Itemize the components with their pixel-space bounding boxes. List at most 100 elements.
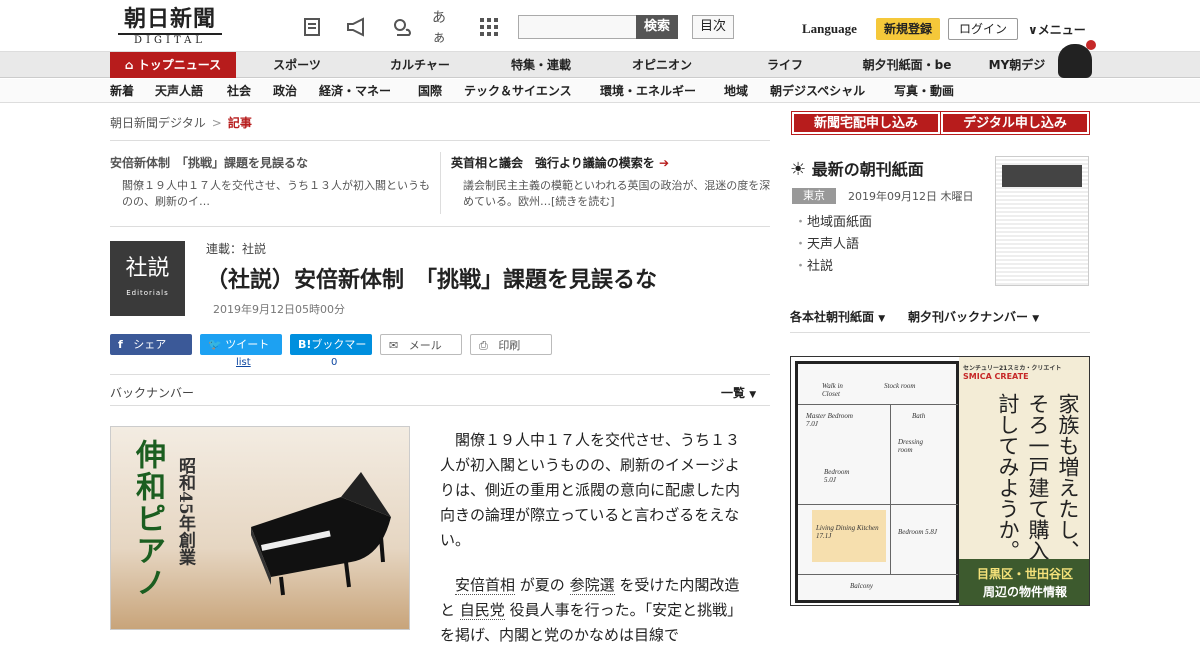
room-label: Stock room (884, 382, 916, 390)
twitter-count[interactable]: list (236, 357, 251, 368)
divider (110, 140, 770, 141)
hatena-bookmark-button[interactable]: B!ブックマーク (290, 334, 372, 372)
print-button[interactable]: ⎙ 印刷 (470, 334, 552, 355)
nav-culture[interactable]: カルチャー (380, 52, 460, 78)
brand-logo-text: SMICA CREATE (963, 372, 1029, 381)
backnumber-paper-label: 朝夕刊バックナンバー (908, 310, 1029, 324)
related-title-text: 英首相と議会 強行より議論の模索を (451, 156, 655, 170)
secondary-nav: 新着 天声人語 社会 政治 経済・マネー 国際 テック＆サイエンス 環境・エネル… (0, 79, 1200, 103)
sun-icon: ☀ (790, 159, 807, 180)
paper-link[interactable]: 社説 (794, 256, 872, 278)
logo-main: 朝日新聞 (123, 6, 216, 32)
editorial-thumb-kanji: 社説 (125, 256, 170, 281)
menu-button[interactable]: ∨メニュー (1028, 21, 1086, 38)
ad-copy-panel: センチュリー21スミカ・クリエイト SMICA CREATE 家族も増えたし、そろ… (959, 357, 1089, 605)
wall (798, 404, 958, 405)
nav2-photo[interactable]: 写真・動画 (894, 79, 954, 103)
piano-advertisement[interactable]: 伸和ピアノ 昭和45年創業 (110, 426, 410, 630)
paper-thumbnail[interactable] (995, 156, 1089, 286)
site-logo[interactable]: 朝日新聞 DIGITAL (112, 7, 228, 47)
related-article-1[interactable]: 安倍新体制 「挑戦」課題を見誤るな 閣僚１９人中１７人を交代させ、うち１３人が初… (110, 154, 430, 210)
nav-features[interactable]: 特集・連載 (500, 52, 582, 78)
newspaper-icon[interactable] (300, 14, 326, 40)
nav2-world[interactable]: 国際 (418, 79, 442, 103)
article-text: が夏の (519, 576, 565, 594)
regional-paper-label: 各本社朝刊紙面 (790, 310, 875, 324)
nav2-tech[interactable]: テック＆サイエンス (464, 79, 572, 103)
piano-image (251, 472, 391, 596)
wall (798, 574, 958, 575)
breadcrumb-home[interactable]: 朝日新聞デジタル (110, 116, 206, 130)
related-title[interactable]: 安倍新体制 「挑戦」課題を見誤るな (110, 154, 430, 172)
list-all-dropdown[interactable]: 一覧 ▼ (721, 384, 756, 401)
article-body: 閣僚１９人中１７人を交代させ、うち１３人が初入閣というものの、刷新のイメージより… (440, 428, 750, 668)
ad-area-banner: 目黒区・世田谷区 周辺の物件情報 (959, 559, 1089, 605)
mascot-icon[interactable] (1058, 40, 1096, 78)
nav2-economy[interactable]: 経済・マネー (319, 79, 391, 103)
nav2-environment[interactable]: 環境・エネルギー (600, 79, 696, 103)
editorial-thumbnail[interactable]: 社説 Editorials (110, 241, 185, 316)
related-article-2[interactable]: 英首相と議会 強行より議論の模索を ➔ 議会制民主主義の模範といわれる英国の政治… (451, 154, 771, 210)
real-estate-advertisement[interactable]: Walk in Closet Stock room Master Bedroom… (790, 356, 1090, 606)
login-button[interactable]: ログイン (948, 18, 1018, 40)
paper-link[interactable]: 天声人語 (794, 234, 872, 256)
keyword-link[interactable]: 安倍首相 (455, 576, 516, 595)
divider (440, 152, 441, 214)
paper-date: 2019年09月12日 木曜日 (848, 190, 974, 203)
search-button[interactable]: 検索 (636, 15, 678, 39)
mail-share-button[interactable]: ✉ メール (380, 334, 462, 355)
caret-down-icon: ▼ (1032, 314, 1040, 324)
twitter-share-button[interactable]: 🐦 ツイート (200, 334, 282, 355)
keyword-link[interactable]: 自民党 (459, 601, 505, 620)
ad-piano-est: 昭和45年創業 (175, 457, 195, 566)
apply-home-delivery-button[interactable]: 新聞宅配申し込み (791, 111, 941, 135)
nav2-tenseijingo[interactable]: 天声人語 (155, 79, 203, 103)
nav2-region[interactable]: 地域 (724, 79, 748, 103)
nav-my[interactable]: MY朝デジ (978, 52, 1056, 78)
breadcrumb-current: 記事 (227, 116, 252, 130)
logo-sub: DIGITAL (118, 33, 222, 47)
index-button[interactable]: 目次 (692, 15, 734, 39)
nav2-society[interactable]: 社会 (227, 79, 251, 103)
print-icon: ⎙ (479, 339, 488, 352)
nav-paper[interactable]: 朝夕刊紙面・be (852, 52, 962, 78)
nav-top-news-label: トップニュース (137, 58, 222, 72)
paper-link[interactable]: 地域面紙面 (794, 212, 872, 234)
nav2-new[interactable]: 新着 (110, 79, 134, 103)
brand-text: センチュリー21スミカ・クリエイト (963, 365, 1062, 372)
hatena-count[interactable]: 0 (331, 357, 337, 368)
weather-icon[interactable] (388, 14, 414, 40)
article-headline: （社説）安倍新体制 「挑戦」課題を見誤るな (206, 267, 658, 293)
breadcrumb-sep: > (211, 116, 222, 130)
article-paragraph-2: 安倍首相 が夏の 参院選 を受けた内閣改造と 自民党 役員人事を行った。「安定と… (440, 573, 750, 648)
backnumber-paper-link[interactable]: 朝夕刊バックナンバー ▼ (908, 308, 1039, 325)
language-link[interactable]: Language (802, 21, 857, 37)
regional-paper-link[interactable]: 各本社朝刊紙面 ▼ (790, 308, 885, 325)
nav-life[interactable]: ライフ (755, 52, 815, 78)
wall (798, 504, 958, 505)
ad-piano-name: 伸和ピアノ (130, 439, 165, 599)
nav-sports[interactable]: スポーツ (262, 52, 332, 78)
signup-button[interactable]: 新規登録 (876, 18, 940, 40)
latest-paper-title: 最新の朝刊紙面 (811, 160, 924, 179)
wall (890, 404, 891, 574)
divider (790, 332, 1090, 333)
arrow-right-icon: ➔ (658, 156, 670, 170)
apply-digital-button[interactable]: デジタル申し込み (940, 111, 1090, 135)
nav2-special[interactable]: 朝デジスペシャル (770, 79, 865, 103)
nav-opinion[interactable]: オピニオン (622, 52, 702, 78)
facebook-share-button[interactable]: f シェア (110, 334, 192, 355)
related-title[interactable]: 英首相と議会 強行より議論の模索を ➔ (451, 154, 771, 172)
keyword-link[interactable]: 参院選 (569, 576, 615, 595)
nav-top-news[interactable]: ⌂ トップニュース (110, 52, 236, 78)
megaphone-icon[interactable] (344, 14, 370, 40)
nav2-politics[interactable]: 政治 (273, 79, 297, 103)
twitter-icon: 🐦 (208, 338, 222, 351)
site-header: 朝日新聞 DIGITAL あぁ 検索 目次 Language 新規登録 ログイン… (0, 0, 1200, 52)
latest-paper-heading: ☀ 最新の朝刊紙面 (790, 156, 924, 180)
text-size-icon[interactable]: あぁ (432, 10, 458, 46)
series-label[interactable]: 連載：社説 (206, 240, 266, 257)
editorial-thumb-en: Editorials (126, 289, 169, 297)
grid-icon[interactable] (476, 14, 502, 40)
article-paragraph-1: 閣僚１９人中１７人を交代させ、うち１３人が初入閣というものの、刷新のイメージより… (440, 431, 741, 549)
